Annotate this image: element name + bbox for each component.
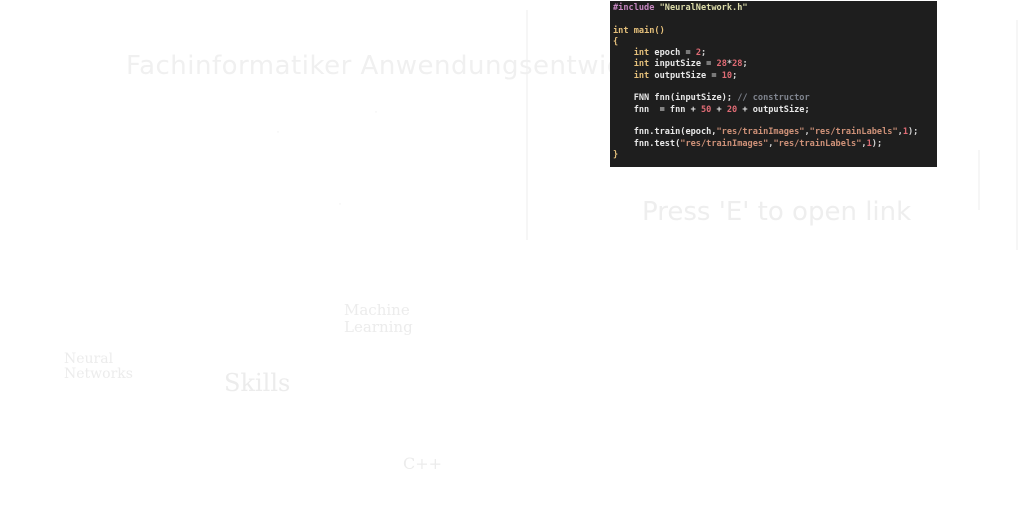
scene-dot: · (276, 124, 280, 138)
code-token: "res/trainLabels" (773, 138, 862, 149)
code-line: int main() (613, 26, 934, 37)
code-token: FNN (633, 93, 650, 104)
code-token: int (633, 59, 650, 70)
skill-cpp: C++ (403, 454, 443, 473)
code-token: "res/trainImages" (680, 138, 769, 149)
code-line: #include "NeuralNetwork.h" (613, 3, 934, 14)
code-token: fnn = fnn + (633, 104, 701, 115)
code-token: 50 (700, 104, 712, 115)
skill-neural-networks: Neural Networks (64, 351, 133, 383)
scene-dot: · (338, 196, 342, 210)
code-comment: // constructor (737, 93, 810, 104)
panel-edge-mid (978, 150, 980, 210)
code-line: fnn.train(epoch,"res/trainImages","res/t… (613, 127, 934, 138)
code-token: epoch (654, 48, 681, 59)
code-token: ); (871, 138, 883, 149)
game-viewport: Fachinformatiker Anwendungsentwicklung P… (0, 0, 1024, 512)
code-line: fnn = fnn + 50 + 20 + outputSize; (613, 105, 934, 116)
code-line: int inputSize = 28*28; (633, 59, 748, 70)
code-token: 20 (726, 104, 738, 115)
code-screenshot-panel[interactable]: #include "NeuralNetwork.h" int main() { … (610, 1, 937, 167)
code-token: () (654, 25, 665, 36)
code-token: "res/trainImages" (716, 127, 805, 138)
code-token: inputSize (654, 59, 701, 70)
code-token: int (633, 70, 650, 81)
panel-edge-left (526, 10, 528, 240)
panel-edge-right (1016, 20, 1018, 250)
code-token: + outputSize; (737, 104, 810, 115)
code-token: 28 (732, 59, 743, 70)
code-token: 28 (716, 59, 727, 70)
code-token: } (613, 149, 619, 160)
code-token: { (613, 36, 619, 47)
code-line: int outputSize = 10; (633, 70, 738, 81)
code-line: } (613, 150, 934, 161)
code-line: fnn.test("res/trainImages","res/trainLab… (613, 139, 934, 150)
skill-machine-learning: Machine Learning (344, 301, 413, 336)
code-token: int (633, 48, 650, 59)
skills-heading: Skills (224, 369, 291, 397)
code-line: int epoch = 2; (633, 48, 707, 59)
code-token: 2 (695, 48, 702, 59)
code-token: #include (613, 3, 655, 13)
code-token: 10 (721, 70, 733, 81)
interaction-prompt: Press 'E' to open link (642, 197, 912, 227)
code-token: outputSize (654, 70, 707, 81)
code-token: + (711, 104, 727, 115)
code-token: "res/trainLabels" (809, 127, 898, 138)
code-token: fnn.train(epoch, (633, 127, 717, 138)
code-line: { (613, 37, 934, 48)
code-line: FNN fnn(inputSize); // constructor (613, 93, 934, 104)
code-token: fnn(inputSize); (654, 93, 733, 104)
code-token: fnn.test( (633, 138, 681, 149)
code-token: ); (908, 127, 919, 138)
scene-dot: · (374, 104, 378, 118)
code-token: main (633, 25, 655, 36)
code-token: "NeuralNetwork.h" (659, 3, 748, 13)
code-token: int (613, 25, 629, 36)
